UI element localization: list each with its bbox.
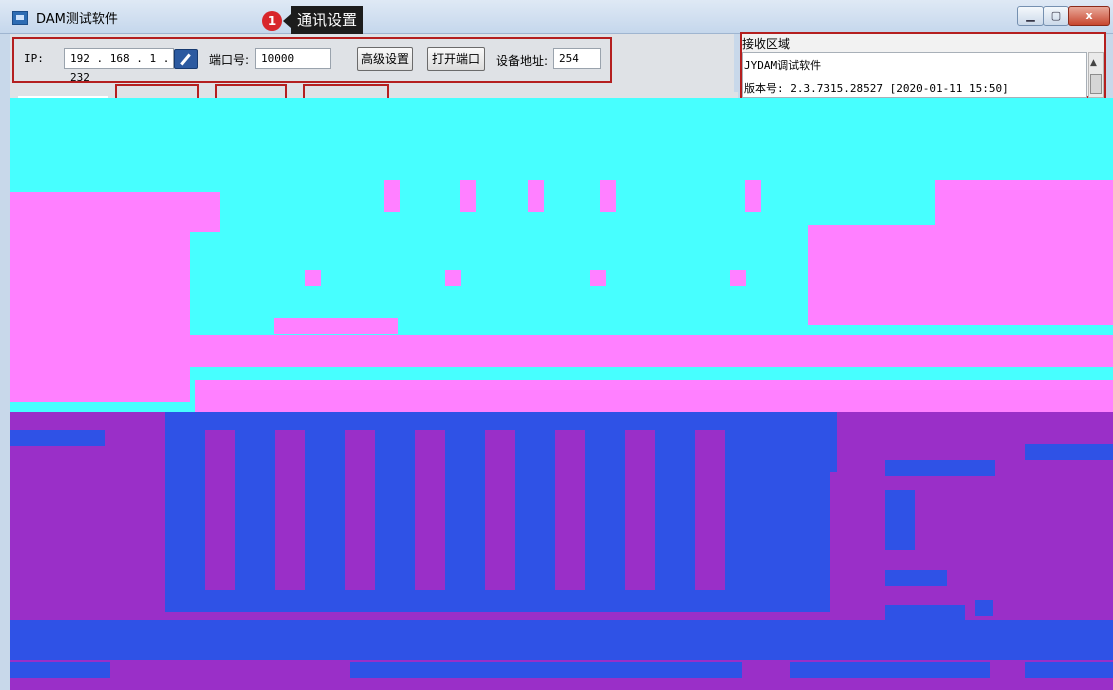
glitch-block [790,662,990,678]
scroll-thumb[interactable] [1090,74,1102,94]
glitch-block [350,662,742,678]
receive-line-2: 版本号: 2.3.7315.28527 [2020-01-11 15:50] [744,82,1009,95]
port-label: 端口号: [209,53,250,67]
receive-line-1: JYDAM调试软件 [744,59,822,72]
glitch-block [485,430,515,590]
minimize-button[interactable]: ▁ [1017,6,1044,26]
glitch-block [1025,662,1113,678]
glitch-block [885,490,915,550]
glitch-block [745,180,761,212]
scroll-up-arrow-icon[interactable]: ▲ [1090,58,1097,68]
glitch-block [975,600,993,616]
ip-label: IP: [24,52,44,65]
glitch-block [445,270,461,286]
glitch-block [205,430,235,590]
glitch-block [625,430,655,590]
glitch-block [10,232,190,402]
glitch-block [590,270,606,286]
glitch-block [695,430,725,590]
tooltip: 通讯设置 [291,6,363,34]
glitch-block [274,318,398,334]
glitch-block [195,380,1113,412]
pencil-icon[interactable] [174,49,198,69]
glitch-block [305,270,321,286]
glitch-block [460,180,476,212]
glitch-block [885,605,965,621]
title-bar [0,0,1113,34]
glitch-block [745,412,837,472]
advanced-settings-button[interactable]: 高级设置 [357,47,413,71]
glitch-block [10,662,110,678]
glitch-block [10,192,220,232]
close-button[interactable]: x [1068,6,1110,26]
maximize-button[interactable]: ▢ [1043,6,1069,26]
glitch-block [808,225,1113,325]
glitch-block [555,430,585,590]
device-address-label: 设备地址: [496,54,549,68]
glitch-block [885,460,995,476]
glitch-block [730,270,746,286]
open-port-button[interactable]: 打开端口 [427,47,485,71]
glitch-block [885,570,947,586]
glitch-block [10,430,105,446]
glitch-block [10,335,1113,367]
tooltip-arrow [283,14,291,28]
glitch-block [345,430,375,590]
glitch-block [415,430,445,590]
receive-title: 接收区域 [742,37,791,51]
ip-address-field[interactable]: 192 . 168 . 1 . 232 [64,48,174,84]
window-title: DAM测试软件 [36,12,118,27]
glitch-block [10,620,1113,660]
glitch-block [275,430,305,590]
glitch-block [1025,444,1113,460]
glitch-block [600,180,616,212]
glitch-block [384,180,400,212]
device-address-field[interactable]: 254 [553,48,601,69]
app-window-icon [12,11,28,25]
glitch-block [935,180,1113,225]
glitch-block [528,180,544,212]
step-badge: 1 [262,11,282,31]
port-field[interactable]: 10000 [255,48,331,69]
